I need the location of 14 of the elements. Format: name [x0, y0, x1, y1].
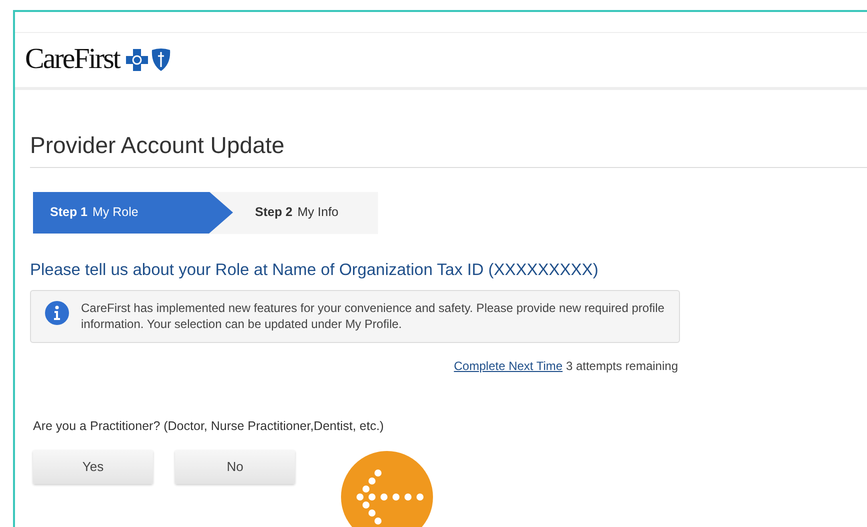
page-title: Provider Account Update: [30, 128, 867, 168]
answer-button[interactable]: No: [175, 450, 295, 484]
info-icon: [45, 301, 69, 326]
shield-logo-icon: [151, 48, 172, 72]
answer-button[interactable]: Yes: [33, 450, 153, 484]
cross-logo-icon: [126, 49, 148, 71]
logo-text: CareFirst: [25, 42, 120, 78]
complete-next-time-link[interactable]: Complete Next Time: [454, 359, 563, 374]
step-tab[interactable]: Step 1 My Role: [33, 192, 233, 234]
section-heading: Please tell us about your Role at Name of Organization Tax ID (XXXXXXXXX): [30, 260, 600, 280]
question-text: Are you a Practitioner? (Doctor, Nurse Practitioner,Dentist, etc.): [33, 418, 385, 436]
info-message: CareFirst has implemented new features for your convenience and safety. Please provide new required profile information. Your selection can be updated under My Profile.: [81, 301, 665, 332]
step-tab[interactable]: Step 2 My Info: [233, 192, 378, 234]
attempts-remaining-text: 3 attempts remaining: [566, 359, 678, 374]
